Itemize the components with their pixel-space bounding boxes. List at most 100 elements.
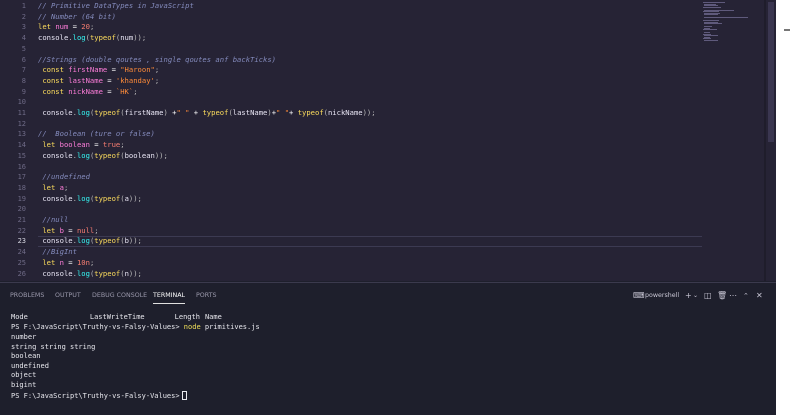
code-line[interactable]: // Boolean (ture or false) <box>38 129 155 140</box>
code-line[interactable]: console.log(typeof(firstName) +" " + typ… <box>38 108 376 119</box>
more-actions-icon[interactable]: ⋯ <box>729 290 737 302</box>
code-token-string: " " <box>276 108 290 117</box>
code-token-comment: //undefined <box>38 172 90 182</box>
code-line[interactable]: const nickName = `HK`; <box>38 86 137 98</box>
code-line[interactable]: // Primitive DataTypes in JavaScript <box>38 1 194 12</box>
line-number: 17 <box>17 173 26 182</box>
code-token-string: `HK` <box>115 86 134 96</box>
vscode-window: 1 2 3 4 5 6 7 8 9 10 11 12 13 14 15 16 17 18 19 20 21 22 23 24 2… <box>0 0 776 415</box>
code-token-fn: log <box>76 150 90 160</box>
code-line[interactable]: const lastName = 'khanday'; <box>38 76 159 87</box>
code-line[interactable]: //null <box>38 215 68 226</box>
code-line[interactable]: console.log(typeof(n)); <box>38 269 142 280</box>
tab-problems[interactable]: PROBLEMS <box>10 290 44 304</box>
tab-output[interactable]: OUTPUT <box>55 290 81 304</box>
tab-terminal[interactable]: TERMINAL <box>153 290 186 304</box>
code-token-punc: ; <box>94 225 99 235</box>
code-token-op: = <box>89 140 103 150</box>
code-token-punc: )); <box>128 236 142 246</box>
line-number: 12 <box>17 119 26 128</box>
code-line[interactable]: let a; <box>38 183 68 194</box>
line-number-gutter: 1 2 3 4 5 6 7 8 9 10 11 12 13 14 15 16 17 18 19 20 21 22 23 24 2… <box>0 0 32 281</box>
maximize-panel-icon[interactable]: ⌃ <box>743 290 749 302</box>
code-token-comment: //null <box>38 215 69 224</box>
code-token-op: + <box>289 108 298 117</box>
code-token-op: = <box>102 86 116 96</box>
code-token-number: null <box>76 225 95 235</box>
code-token-keyword: typeof <box>89 33 116 43</box>
code-line[interactable]: let n = 10n; <box>38 258 94 269</box>
terminal-dropdown-icon[interactable]: ⌄ <box>693 290 698 302</box>
minimap-line <box>703 6 721 8</box>
line-number: 15 <box>17 151 26 160</box>
minimap-line <box>704 23 722 24</box>
code-line[interactable]: let boolean = true; <box>38 140 124 151</box>
code-token-op: + <box>189 108 203 117</box>
code-line[interactable]: // Number (64 bit) <box>38 12 116 23</box>
code-line[interactable]: console.log(typeof(boolean)); <box>38 151 168 162</box>
code-line[interactable]: const firstName = "Haroon"; <box>38 65 159 76</box>
code-token-plain: firstName <box>124 108 164 117</box>
terminal-icon[interactable]: ⌨ <box>633 290 645 302</box>
code-line[interactable]: let num = 20; <box>38 22 94 33</box>
code-token-keyword: const <box>42 75 64 85</box>
code-line[interactable]: //Strings (double qoutes , single qoutes… <box>38 55 276 66</box>
code-token-plain: console <box>38 108 73 117</box>
code-line[interactable]: console.log(typeof(b)); <box>38 236 142 247</box>
close-panel-icon[interactable]: ✕ <box>756 290 763 302</box>
code-token-fn: log <box>76 268 90 278</box>
header-mode: Mode <box>11 313 28 321</box>
code-token-plain: boolean <box>124 150 155 160</box>
code-token-plain: nickName <box>327 108 363 117</box>
code-token-keyword: typeof <box>94 193 121 203</box>
terminal-output-line: undefined <box>11 361 49 370</box>
code-token-punc: )); <box>362 108 376 117</box>
code-token-comment: //Strings (double qoutes , single qoutes… <box>38 54 276 64</box>
code-area[interactable]: // Primitive DataTypes in JavaScript// N… <box>38 0 703 281</box>
code-line[interactable]: console.log(typeof(num)); <box>38 33 146 44</box>
edge-marker <box>784 29 790 31</box>
code-line[interactable]: let b = null; <box>38 225 99 237</box>
line-number: 2 <box>21 12 26 21</box>
terminal-name-label[interactable]: powershell <box>645 290 679 302</box>
minimap-line <box>704 39 718 41</box>
code-token-keyword: typeof <box>94 236 121 246</box>
code-token-keyword: typeof <box>94 268 121 278</box>
code-token-var: num <box>55 22 69 32</box>
header-lastwritetime: LastWriteTime <box>89 313 145 321</box>
line-number: 10 <box>17 98 26 107</box>
code-token-fn: log <box>72 33 86 43</box>
trash-icon[interactable]: 🗑 <box>717 290 727 302</box>
terminal-output[interactable]: Mode LastWriteTime Length Name PS F:\JavaSc… <box>11 313 771 413</box>
add-terminal-icon[interactable]: + <box>685 290 692 302</box>
terminal-argument: primitives.js <box>204 323 260 331</box>
code-line[interactable]: //undefined <box>38 172 90 183</box>
code-token-var: lastName <box>68 75 103 85</box>
line-number: 1 <box>21 2 26 10</box>
tab-debug-console[interactable]: DEBUG CONSOLE <box>92 290 147 304</box>
line-number: 6 <box>21 55 26 64</box>
line-number: 5 <box>21 44 26 53</box>
code-token-keyword: typeof <box>94 108 121 117</box>
line-number: 19 <box>17 194 26 203</box>
code-editor[interactable]: 1 2 3 4 5 6 7 8 9 10 11 12 13 14 15 16 17 18 19 20 21 22 23 24 2… <box>0 0 776 281</box>
code-line[interactable]: //BigInt <box>38 247 77 258</box>
code-token-string: "Haroon" <box>120 65 155 75</box>
code-token-punc: ; <box>89 22 95 32</box>
editor-scrollbar-thumb[interactable] <box>768 2 774 142</box>
code-token-number: 20 <box>81 22 90 32</box>
tab-ports[interactable]: PORTS <box>196 290 217 304</box>
split-terminal-icon[interactable]: ◫ <box>704 290 712 302</box>
terminal-current-prompt[interactable]: PS F:\JavaScript\Truthy-vs-Falsy-Values> <box>11 391 187 401</box>
code-token-op: = <box>63 257 77 267</box>
code-line[interactable]: console.log(typeof(a)); <box>38 194 142 205</box>
line-number: 23 <box>17 237 26 246</box>
line-number: 8 <box>21 76 26 85</box>
code-token-keyword: typeof <box>297 108 324 117</box>
code-token-string: 'khanday' <box>115 75 155 85</box>
minimap[interactable] <box>703 2 763 42</box>
line-number: 13 <box>17 130 26 139</box>
code-token-comment: //BigInt <box>38 247 77 257</box>
line-number: 26 <box>17 269 26 278</box>
code-token-fn: log <box>76 236 90 246</box>
